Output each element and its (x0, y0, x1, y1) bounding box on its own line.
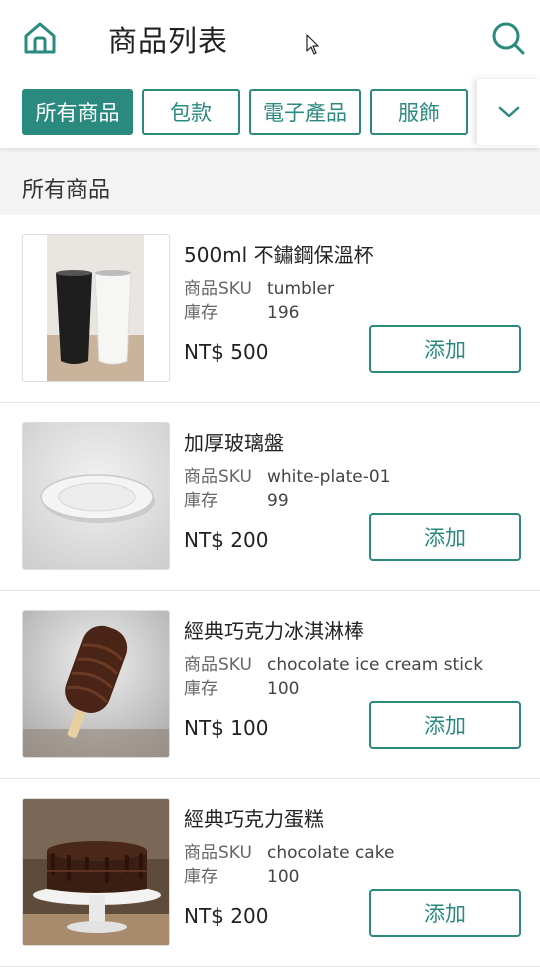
add-button[interactable]: 添加 (369, 513, 521, 561)
category-dropdown-button[interactable] (477, 79, 540, 145)
tab-bags[interactable]: 包款 (142, 89, 240, 135)
product-price: NT$ 200 (184, 528, 269, 552)
stock-label: 庫存 (184, 867, 218, 887)
tumbler-image (22, 234, 170, 382)
sku-label: 商品SKU (184, 279, 252, 299)
product-item: 經典巧克力蛋糕 商品SKU chocolate cake 庫存 100 NT$ 20… (0, 779, 540, 967)
product-price: NT$ 500 (184, 340, 269, 364)
ice-cream-image (22, 610, 170, 758)
plate-image (22, 422, 170, 570)
sku-value: chocolate ice cream stick (267, 655, 484, 675)
product-name: 500ml 不鏽鋼保溫杯 (184, 243, 374, 267)
sku-label: 商品SKU (184, 843, 252, 863)
product-item: 500ml 不鏽鋼保溫杯 商品SKU tumbler 庫存 196 NT$ 500 … (0, 215, 540, 403)
page-title: 商品列表 (108, 24, 229, 58)
product-item: 加厚玻璃盤 商品SKU white-plate-01 庫存 99 NT$ 200 添… (0, 403, 540, 591)
product-meta: 商品SKU chocolate ice cream stick 庫存 100 (184, 653, 483, 701)
sku-value: chocolate cake (267, 843, 395, 863)
sku-label: 商品SKU (184, 467, 252, 487)
app-header: 商品列表 (0, 0, 540, 76)
sku-label: 商品SKU (184, 655, 252, 675)
section-title: 所有商品 (22, 178, 111, 203)
stock-label: 庫存 (184, 491, 218, 511)
add-button[interactable]: 添加 (369, 701, 521, 749)
add-button[interactable]: 添加 (369, 325, 521, 373)
product-meta: 商品SKU chocolate cake 庫存 100 (184, 841, 394, 889)
stock-value: 100 (267, 867, 300, 887)
sku-value: tumbler (267, 279, 334, 299)
tab-electronics[interactable]: 電子產品 (249, 89, 361, 135)
product-meta: 商品SKU tumbler 庫存 196 (184, 277, 334, 325)
product-item: 經典巧克力冰淇淋棒 商品SKU chocolate ice cream stick… (0, 591, 540, 779)
tab-apparel[interactable]: 服飾 (370, 89, 468, 135)
section-header: 所有商品 (0, 148, 540, 215)
product-name: 經典巧克力蛋糕 (184, 807, 324, 831)
add-button[interactable]: 添加 (369, 889, 521, 937)
stock-label: 庫存 (184, 303, 218, 323)
stock-value: 99 (267, 491, 289, 511)
product-name: 加厚玻璃盤 (184, 431, 284, 455)
cake-image (22, 798, 170, 946)
product-list: 500ml 不鏽鋼保溫杯 商品SKU tumbler 庫存 196 NT$ 500 … (0, 215, 540, 967)
mouse-cursor-icon (306, 34, 319, 55)
product-name: 經典巧克力冰淇淋棒 (184, 619, 364, 643)
product-price: NT$ 100 (184, 716, 269, 740)
stock-value: 100 (267, 679, 300, 699)
sku-value: white-plate-01 (267, 467, 391, 487)
stock-value: 196 (267, 303, 300, 323)
chevron-down-icon (498, 106, 519, 118)
stock-label: 庫存 (184, 679, 218, 699)
category-tab-bar: 所有商品 包款 電子產品 服飾 (0, 76, 540, 148)
tab-all-products[interactable]: 所有商品 (22, 89, 133, 135)
home-icon[interactable] (22, 20, 58, 56)
product-price: NT$ 200 (184, 904, 269, 928)
search-icon[interactable] (490, 20, 526, 56)
product-meta: 商品SKU white-plate-01 庫存 99 (184, 465, 390, 513)
